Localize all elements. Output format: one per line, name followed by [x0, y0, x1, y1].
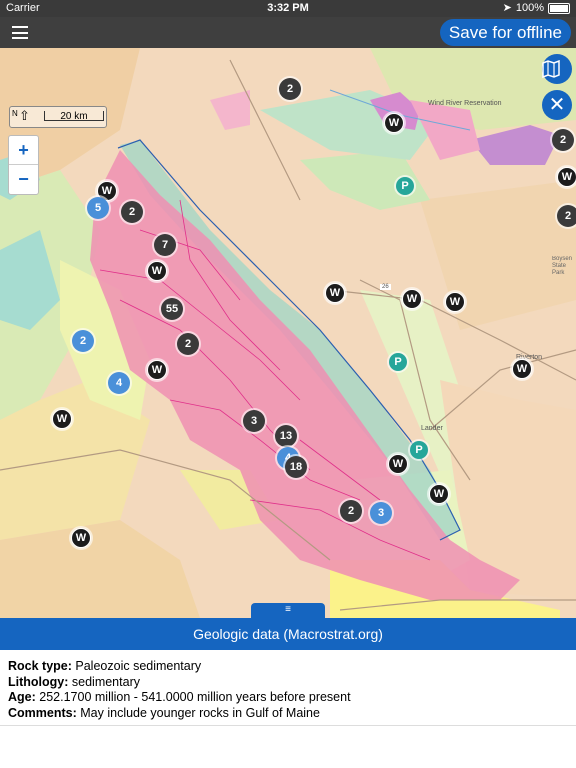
waypoint-marker[interactable]: W [557, 167, 576, 187]
age-value: 252.1700 million - 541.0000 million year… [39, 690, 351, 704]
waypoint-marker[interactable]: W [71, 528, 91, 548]
cluster-marker[interactable]: 3 [370, 502, 392, 524]
zoom-out-button[interactable]: − [9, 165, 38, 193]
lithology-label: Lithology: [8, 674, 69, 689]
cluster-marker[interactable]: 3 [243, 410, 265, 432]
map-scale: N ⇧ 20 km [9, 106, 107, 128]
scale-bar: 20 km [44, 111, 104, 122]
north-label: N [12, 109, 18, 118]
north-arrow-icon: ⇧ [19, 108, 30, 123]
nav-bar: Save for offline [0, 17, 576, 48]
waypoint-marker[interactable]: W [147, 261, 167, 281]
close-icon: ✕ [548, 94, 566, 116]
comments-value: May include younger rocks in Gulf of Mai… [80, 705, 320, 720]
battery-percent: 100% [515, 2, 544, 14]
waypoint-marker[interactable]: W [147, 360, 167, 380]
cluster-marker[interactable]: 2 [177, 333, 199, 355]
rock-type-value: Paleozoic sedimentary [75, 659, 202, 673]
zoom-in-button[interactable]: + [9, 136, 38, 165]
cluster-marker[interactable]: 55 [161, 298, 183, 320]
waypoint-marker[interactable]: W [388, 454, 408, 474]
comments-row: Comments: May include younger rocks in G… [8, 706, 351, 722]
map-layers-button[interactable] [542, 54, 572, 84]
rock-type-row: Rock type: Paleozoic sedimentary [8, 659, 351, 675]
road-shield: 26 [380, 284, 391, 290]
poi-marker[interactable]: P [396, 177, 414, 195]
lithology-row: Lithology: sedimentary [8, 675, 351, 691]
cluster-marker[interactable]: 13 [275, 425, 297, 447]
cluster-marker[interactable]: 2 [557, 205, 576, 227]
map-view[interactable]: Wind River Reservation Riverton Lander B… [0, 48, 576, 618]
panel-title: Geologic data (Macrostrat.org) [0, 618, 576, 650]
cluster-marker[interactable]: 2 [121, 201, 143, 223]
cluster-marker[interactable]: 4 [108, 372, 130, 394]
cluster-marker[interactable]: 2 [72, 330, 94, 352]
battery-icon [548, 3, 570, 14]
place-label-lander: Lander [421, 425, 443, 432]
place-label-boysen: Boysen State Park [552, 256, 573, 276]
divider [0, 725, 576, 726]
rock-type-label: Rock type: [8, 659, 72, 673]
cluster-marker[interactable]: 2 [552, 129, 574, 151]
geology-info-panel: Rock type: Paleozoic sedimentary Litholo… [0, 650, 576, 768]
hamburger-menu-icon[interactable] [12, 26, 28, 39]
comments-label: Comments: [8, 705, 77, 720]
cluster-marker[interactable]: 7 [154, 234, 176, 256]
map-icon [542, 60, 560, 78]
save-offline-button[interactable]: Save for offline [439, 19, 571, 46]
cluster-marker[interactable]: 2 [340, 500, 362, 522]
waypoint-marker[interactable]: W [429, 484, 449, 504]
status-bar: Carrier 3:32 PM ➤ 100% [0, 0, 576, 17]
waypoint-marker[interactable]: W [402, 289, 422, 309]
age-label: Age: [8, 690, 36, 704]
panel-drag-handle[interactable]: ≡ [251, 603, 325, 619]
cluster-marker[interactable]: 5 [87, 197, 109, 219]
waypoint-marker[interactable]: W [52, 409, 72, 429]
location-icon: ➤ [502, 2, 512, 14]
waypoint-marker[interactable]: W [512, 359, 532, 379]
cluster-marker[interactable]: 2 [279, 78, 301, 100]
zoom-control: + − [8, 135, 39, 195]
waypoint-marker[interactable]: W [325, 283, 345, 303]
lithology-value: sedimentary [71, 674, 140, 689]
waypoint-marker[interactable]: W [384, 113, 404, 133]
cluster-marker[interactable]: 18 [285, 456, 307, 478]
close-map-button[interactable]: ✕ [542, 90, 572, 120]
poi-marker[interactable]: P [410, 441, 428, 459]
waypoint-marker[interactable]: W [445, 292, 465, 312]
age-row: Age: 252.1700 million - 541.0000 million… [8, 690, 351, 706]
place-label-wind-river: Wind River Reservation [428, 100, 502, 107]
clock: 3:32 PM [267, 2, 309, 14]
poi-marker[interactable]: P [389, 353, 407, 371]
